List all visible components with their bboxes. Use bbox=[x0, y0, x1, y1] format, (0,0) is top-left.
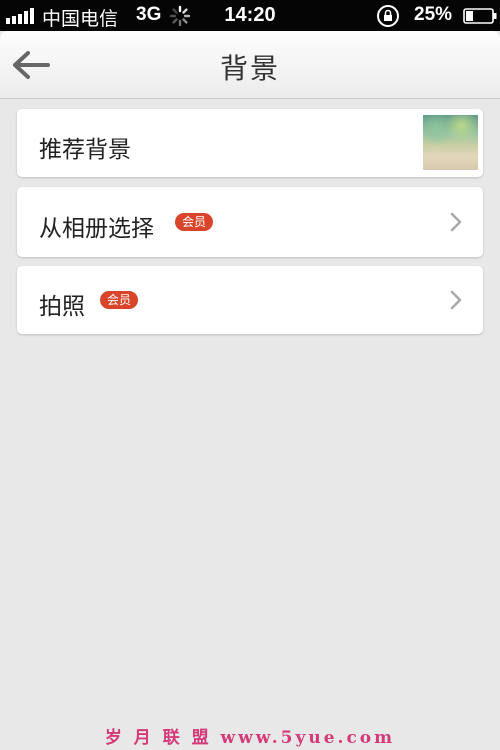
battery-percentage: 25% bbox=[414, 4, 453, 25]
recommended-background-label: 推荐背景 bbox=[39, 137, 131, 163]
chevron-right-icon bbox=[450, 290, 462, 310]
background-thumbnail bbox=[423, 115, 478, 170]
choose-from-album-label: 从相册选择 bbox=[39, 216, 154, 242]
battery-icon bbox=[463, 8, 497, 24]
watermark-text: 岁 月 联 盟 www.5yue.com bbox=[104, 728, 396, 748]
choose-from-album-item[interactable]: 从相册选择 会员 bbox=[17, 187, 483, 257]
rotation-lock-icon bbox=[377, 5, 399, 27]
member-badge: 会员 bbox=[100, 291, 139, 309]
chevron-right-icon bbox=[450, 212, 462, 232]
recommended-background-item[interactable]: 推荐背景 bbox=[17, 109, 483, 177]
take-photo-item[interactable]: 拍照 会员 bbox=[17, 266, 483, 334]
status-bar: 中国电信 3G 14:20 25% bbox=[0, 0, 500, 31]
member-badge: 会员 bbox=[175, 213, 214, 231]
navigation-bar: 背景 bbox=[0, 31, 500, 99]
take-photo-label: 拍照 bbox=[39, 294, 85, 320]
page-title: 背景 bbox=[219, 52, 280, 85]
